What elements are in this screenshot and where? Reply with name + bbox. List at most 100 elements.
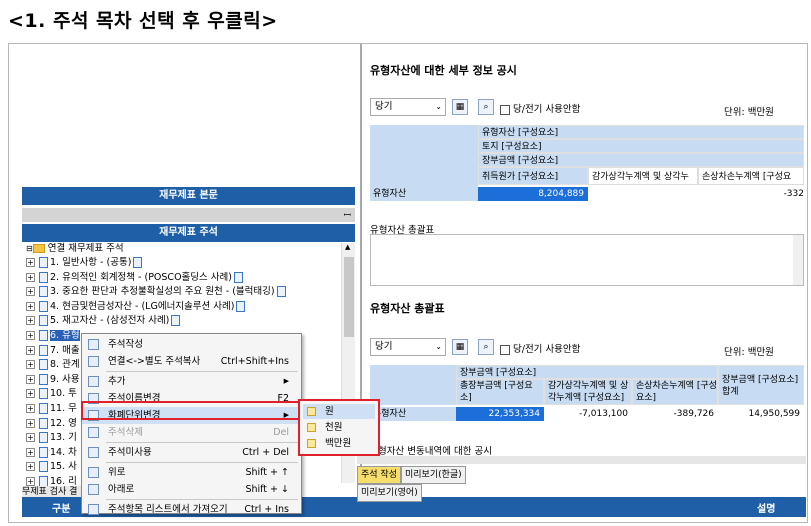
- chevron-down-icon: ⌄: [435, 342, 442, 351]
- expand-icon[interactable]: +: [26, 272, 35, 282]
- context-menu-item[interactable]: 주석미사용 Ctrl + Del: [82, 444, 301, 461]
- tree-item[interactable]: +15. 사: [26, 460, 77, 474]
- t1-value-cell-2[interactable]: -332: [698, 187, 804, 201]
- textarea-scrollbar[interactable]: [793, 235, 803, 285]
- collapse-icon[interactable]: ⊟: [26, 244, 33, 253]
- note-page-icon[interactable]: [171, 315, 181, 327]
- t1-header-1: 토지 [구성요소]: [478, 139, 804, 153]
- document-icon: [39, 388, 48, 400]
- expand-icon[interactable]: +: [26, 301, 35, 311]
- t2-value-0[interactable]: 22,353,334: [456, 407, 544, 421]
- menu-item-shortcut: Ctrl+Shift+Ins: [220, 356, 289, 367]
- t1-value-cell[interactable]: 8,204,889: [478, 187, 588, 201]
- tab-note-write[interactable]: 주석 작성: [357, 466, 401, 484]
- tree-item[interactable]: +11. 무: [26, 402, 77, 416]
- menu-item-shortcut: Del: [273, 427, 289, 438]
- t2-header-0: 장부금액 [구성요소]: [456, 365, 718, 379]
- note-page-icon[interactable]: [233, 271, 243, 283]
- tree-item[interactable]: +14. 차: [26, 446, 77, 460]
- summary-textarea[interactable]: [370, 234, 804, 286]
- t2-value-2[interactable]: -389,726: [632, 407, 718, 421]
- tree-item[interactable]: +10. 투: [26, 387, 77, 401]
- context-menu-item[interactable]: 주석작성: [82, 336, 301, 353]
- scroll-thumb[interactable]: [344, 257, 354, 337]
- context-menu-item[interactable]: 위로 Shift + ↑: [82, 464, 301, 481]
- expand-icon[interactable]: +: [26, 331, 35, 340]
- context-menu-item[interactable]: 주석삭제 Del: [82, 424, 301, 441]
- period-select-2-value: 당기: [375, 341, 393, 352]
- pin-icon[interactable]: ꟷ: [344, 208, 351, 221]
- tree-item-label: 6. 유형: [50, 330, 80, 341]
- expand-icon[interactable]: +: [26, 433, 35, 443]
- tree-root[interactable]: ⊟ 연결 재무제표 주석: [26, 242, 124, 256]
- period-select-2[interactable]: 당기 ⌄: [370, 338, 446, 356]
- tree-item[interactable]: +1. 일반사항 - (공통): [26, 256, 144, 270]
- column-header-description: 설명: [757, 504, 776, 515]
- menu-separator: [106, 499, 298, 500]
- tree-root-label: 연결 재무제표 주석: [47, 243, 124, 254]
- expand-icon[interactable]: +: [26, 389, 35, 399]
- excel-icon[interactable]: ▦: [452, 339, 468, 355]
- t2-value-1[interactable]: -7,013,100: [544, 407, 632, 421]
- tab-preview-en[interactable]: 미리보기(영어): [357, 484, 422, 502]
- expand-icon[interactable]: +: [26, 345, 35, 355]
- tree-item[interactable]: +9. 사용: [26, 373, 80, 387]
- tree-item-label: 7. 매출: [50, 344, 80, 356]
- expand-icon[interactable]: +: [26, 287, 35, 297]
- period-checkbox-2[interactable]: 당/전기 사용안함: [500, 341, 580, 355]
- tree-item-label: 11. 무: [50, 403, 77, 414]
- menu-item-label: 주석항목 리스트에서 가져오기: [108, 504, 228, 515]
- tree-item[interactable]: +4. 현금및현금성자산 - (LG에너지솔루션 사례): [26, 300, 247, 314]
- expand-icon[interactable]: +: [26, 374, 35, 384]
- tree-item[interactable]: +13. 기: [26, 431, 77, 445]
- menu-separator: [106, 462, 298, 463]
- tree-item[interactable]: +8. 관계: [26, 358, 80, 372]
- tree-item[interactable]: +7. 매출: [26, 344, 80, 358]
- expand-icon[interactable]: +: [26, 360, 35, 370]
- menu-item-icon: [88, 467, 99, 478]
- search-icon[interactable]: ⌕: [478, 339, 494, 355]
- expand-icon[interactable]: +: [26, 477, 35, 486]
- note-page-icon[interactable]: [133, 257, 143, 268]
- document-icon: [39, 359, 48, 371]
- context-menu-item[interactable]: 추가 ▶: [82, 373, 301, 390]
- fs-notes-header[interactable]: 재무제표 주석: [22, 224, 355, 242]
- expand-icon[interactable]: +: [26, 462, 35, 472]
- tree-item-label: 12. 영: [50, 417, 77, 429]
- period-checkbox[interactable]: 당/전기 사용안함: [500, 101, 580, 115]
- tree-item-label: 4. 현금및현금성자산 - (LG에너지솔루션 사례): [50, 300, 235, 312]
- period-select-value: 당기: [375, 101, 393, 112]
- checkbox-box[interactable]: [500, 344, 510, 355]
- period-select[interactable]: 당기 ⌄: [370, 98, 446, 116]
- expand-icon[interactable]: +: [26, 316, 35, 326]
- tree-item[interactable]: +12. 영: [26, 417, 77, 431]
- menu-separator: [106, 371, 298, 372]
- excel-icon[interactable]: ▦: [452, 99, 468, 115]
- note-page-icon[interactable]: [276, 286, 286, 298]
- checkbox-box[interactable]: [500, 104, 510, 115]
- tree-item-label: 8. 관계: [50, 359, 80, 371]
- expand-icon[interactable]: +: [26, 418, 35, 428]
- tree-item[interactable]: +3. 중요한 판단과 추정불확실성의 주요 원천 - (블럭태깅): [26, 285, 288, 299]
- expand-icon[interactable]: +: [26, 404, 35, 413]
- tab-preview-kr[interactable]: 미리보기(한글): [400, 466, 466, 484]
- context-menu-item[interactable]: 아래로 Shift + ↓: [82, 481, 301, 498]
- h-scrollbar[interactable]: [357, 456, 806, 464]
- column-header-category: 구분: [52, 504, 71, 515]
- note-page-icon[interactable]: [236, 300, 246, 312]
- pane-separator: ꟷ: [22, 208, 355, 222]
- tree-item[interactable]: +6. 유형: [26, 329, 80, 343]
- tree-item[interactable]: +5. 재고자산 - (삼성전자 사례): [26, 314, 182, 328]
- fs-body-header[interactable]: 재무제표 본문: [22, 187, 355, 205]
- tree-item[interactable]: +2. 유의적인 회계정책 - (POSCO홀딩스 사례): [26, 271, 245, 285]
- highlight-submenu: [298, 399, 380, 456]
- document-icon: [39, 300, 48, 312]
- scroll-up-icon[interactable]: ▲: [345, 243, 350, 251]
- tree-item-label: 2. 유의적인 회계정책 - (POSCO홀딩스 사례): [50, 271, 232, 283]
- expand-icon[interactable]: +: [26, 447, 35, 457]
- search-icon[interactable]: ⌕: [478, 99, 494, 115]
- context-menu-item[interactable]: 주석항목 리스트에서 가져오기 Ctrl + Ins: [82, 501, 301, 518]
- t2-value-3[interactable]: 14,950,599: [718, 407, 804, 421]
- context-menu-item[interactable]: 연결<->별도 주석복사 Ctrl+Shift+Ins: [82, 353, 301, 370]
- expand-icon[interactable]: +: [26, 258, 35, 267]
